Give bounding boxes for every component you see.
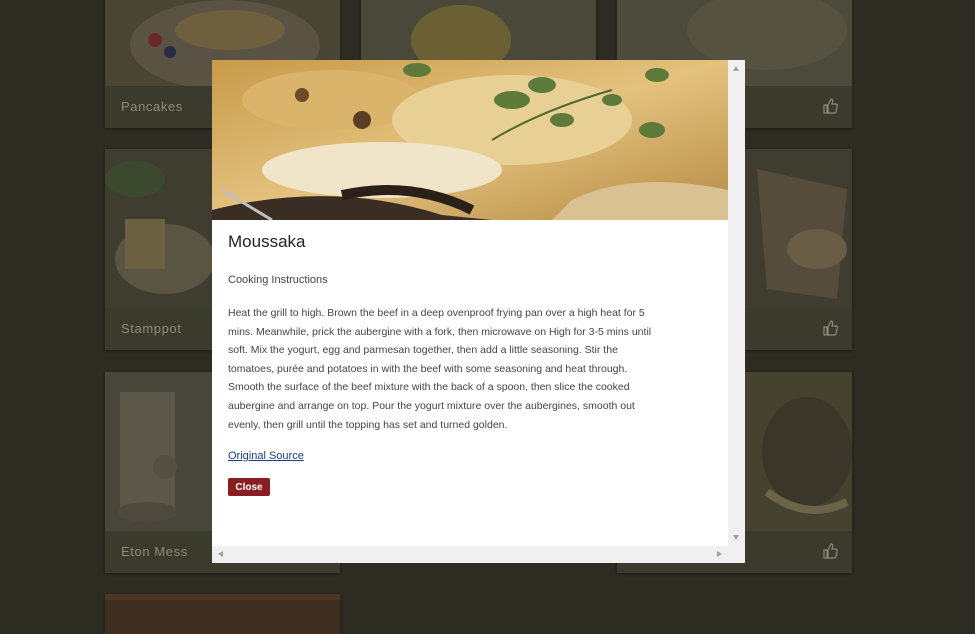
close-button[interactable]: Close [228, 478, 270, 497]
original-source-link[interactable]: Original Source [228, 450, 304, 462]
section-heading: Cooking Instructions [228, 274, 328, 286]
cooking-instructions: Heat the grill to high. Brown the beef i… [228, 307, 652, 431]
horizontal-scrollbar[interactable] [212, 546, 728, 563]
scroll-left-icon[interactable] [218, 551, 223, 557]
vertical-scrollbar[interactable] [728, 60, 745, 546]
recipe-photo [212, 60, 728, 220]
scroll-up-icon[interactable] [733, 66, 739, 71]
scroll-right-icon[interactable] [717, 551, 722, 557]
scrollbar-corner [728, 546, 745, 563]
recipe-modal: Moussaka Cooking Instructions Heat the g… [212, 60, 745, 563]
modal-content: Moussaka Cooking Instructions Heat the g… [228, 232, 658, 497]
recipe-title: Moussaka [228, 232, 306, 251]
scroll-down-icon[interactable] [733, 535, 739, 540]
